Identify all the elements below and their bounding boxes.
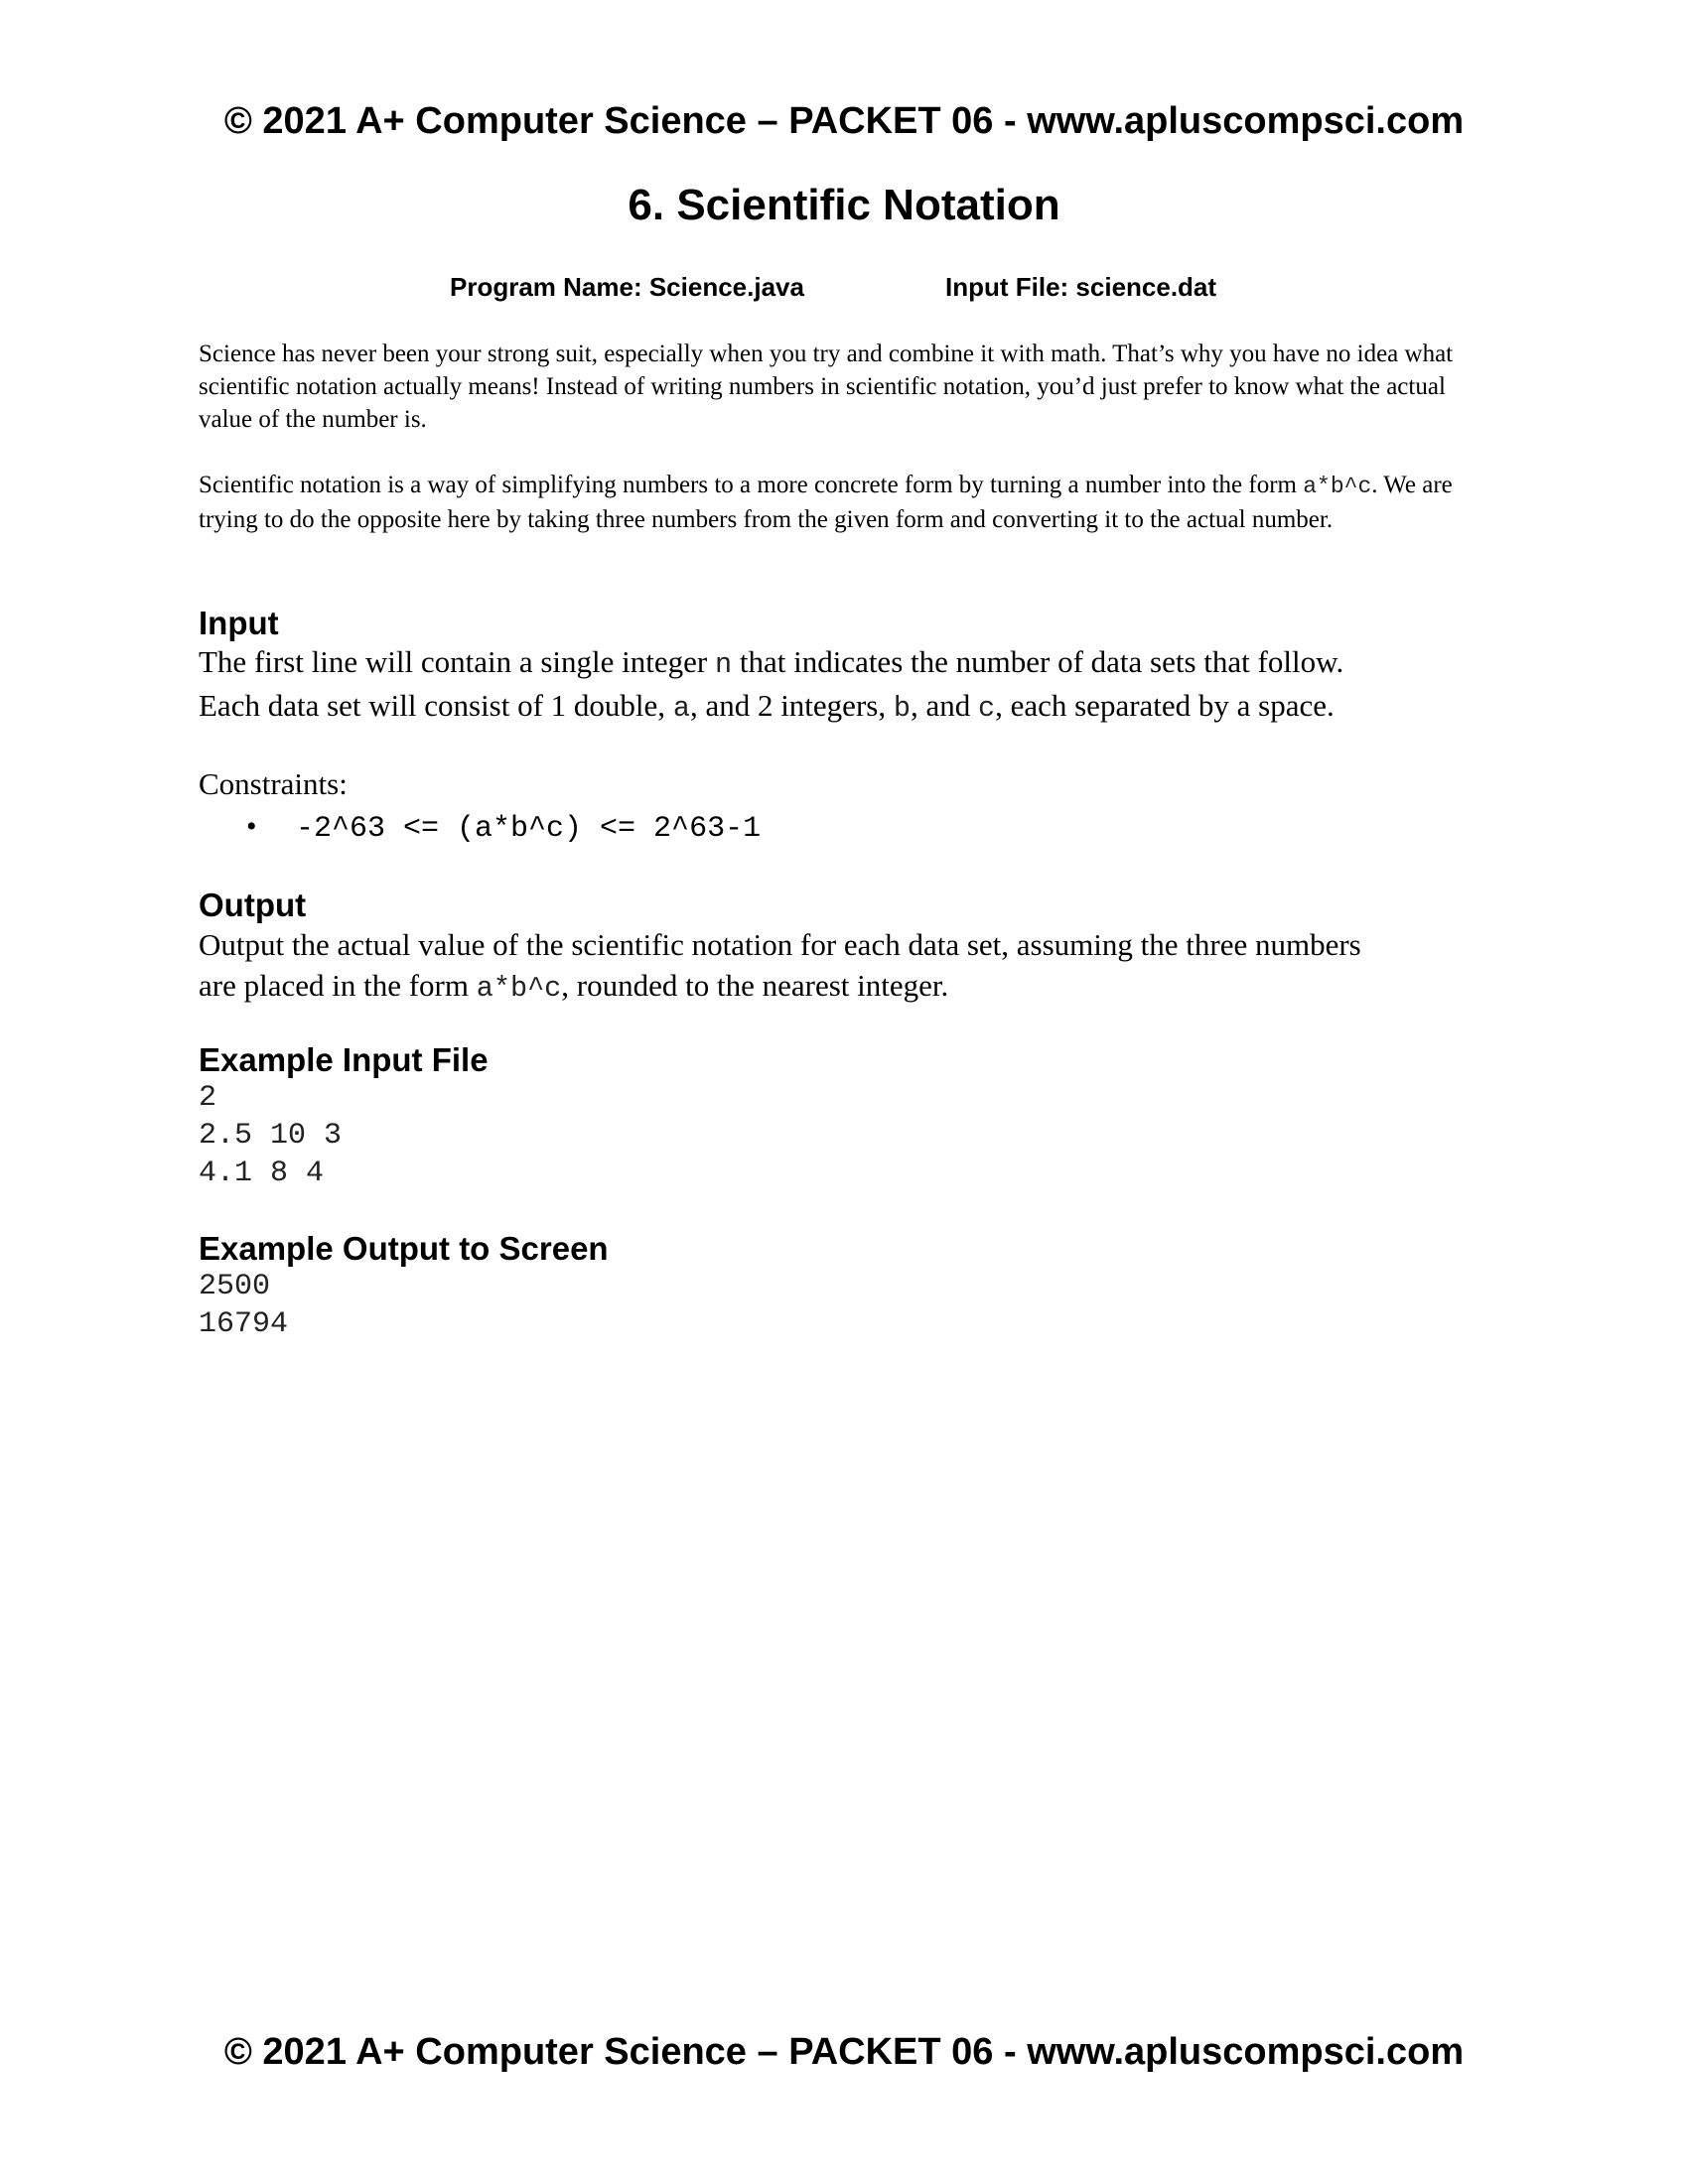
page-footer: © 2021 A+ Computer Science – PACKET 06 -… <box>223 2031 1465 2073</box>
input-line-2-part-3: , and <box>910 688 978 723</box>
document-page: © 2021 A+ Computer Science – PACKET 06 -… <box>0 0 1688 2184</box>
input-line-2: Each data set will consist of 1 double, … <box>199 685 1489 729</box>
example-input-line: 2.5 10 3 <box>199 1119 343 1153</box>
intro-text-2-start: Scientific notation is a way of simplify… <box>199 472 1304 498</box>
c-code: c <box>977 692 996 725</box>
b-code: b <box>893 692 911 725</box>
n-code: n <box>714 648 733 681</box>
input-description: The first line will contain a single int… <box>199 641 1489 729</box>
intro-paragraph-1: Science has never been your strong suit,… <box>199 338 1489 436</box>
problem-title: 6. Scientific Notation <box>628 181 1060 229</box>
form-code: a*b^c <box>1303 474 1372 499</box>
input-heading: Input <box>199 605 279 641</box>
example-input-block: 2 2.5 10 3 4.1 8 4 <box>199 1079 342 1192</box>
intro-text-2: Scientific notation is a way of simplify… <box>199 469 1489 536</box>
intro-text-1: Science has never been your strong suit,… <box>199 341 1454 433</box>
example-input-line: 4.1 8 4 <box>199 1157 325 1190</box>
output-form-code: a*b^c <box>476 972 562 1005</box>
program-name: Program Name: Science.java <box>450 272 804 302</box>
bullet-icon: • <box>246 810 257 843</box>
input-line-2-part-2: , and 2 integers, <box>689 688 894 723</box>
output-heading: Output <box>199 887 307 923</box>
constraints-label: Constraints: <box>199 766 348 801</box>
output-line-2-start: are placed in the form <box>199 968 477 1003</box>
example-input-line: 2 <box>199 1081 217 1115</box>
output-line-2: are placed in the form a*b^c, rounded to… <box>199 965 1489 1009</box>
input-line-2-part-1: Each data set will consist of 1 double, <box>199 688 673 723</box>
input-line-2-part-4: , each separated by a space. <box>995 688 1335 723</box>
example-output-heading: Example Output to Screen <box>199 1230 609 1267</box>
page-header: © 2021 A+ Computer Science – PACKET 06 -… <box>223 100 1465 142</box>
constraints-label-wrap: Constraints: <box>199 763 1489 804</box>
input-line-1-start: The first line will contain a single int… <box>199 644 715 679</box>
example-input-heading: Example Input File <box>199 1041 489 1078</box>
output-line-1: Output the actual value of the scientifi… <box>199 927 1361 962</box>
input-line-1: The first line will contain a single int… <box>199 641 1489 685</box>
intro-paragraph-2: Scientific notation is a way of simplify… <box>199 469 1489 536</box>
example-output-line: 2500 <box>199 1270 271 1303</box>
output-line-2-end: , rounded to the nearest integer. <box>561 968 949 1003</box>
constraint-item: • -2^63 <= (a*b^c) <= 2^63-1 <box>246 809 761 847</box>
example-output-block: 2500 16794 <box>199 1268 288 1343</box>
input-file-name: Input File: science.dat <box>945 272 1217 302</box>
input-line-1-end: that indicates the number of data sets t… <box>732 644 1344 679</box>
output-description: Output the actual value of the scientifi… <box>199 924 1489 1009</box>
a-code: a <box>672 692 690 725</box>
constraint-text: -2^63 <= (a*b^c) <= 2^63-1 <box>296 812 762 846</box>
example-output-line: 16794 <box>199 1307 289 1341</box>
